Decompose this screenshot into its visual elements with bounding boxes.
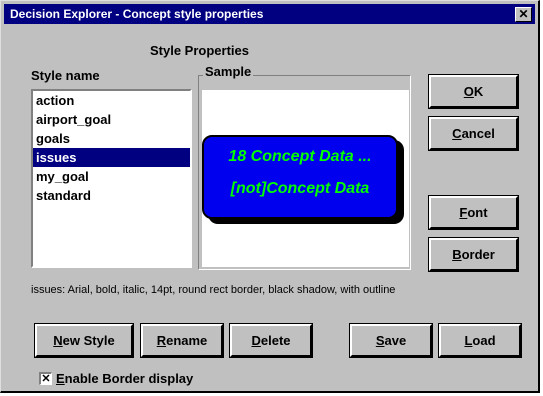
- save-button[interactable]: Save: [349, 323, 433, 358]
- concept-line-1: 18 Concept Data ...: [228, 148, 372, 165]
- rename-button[interactable]: Rename: [140, 323, 224, 358]
- style-name-list[interactable]: action airport_goal goals issues my_goal…: [31, 89, 192, 268]
- list-item[interactable]: airport_goal: [33, 110, 190, 129]
- style-name-label: Style name: [31, 68, 100, 83]
- close-button[interactable]: ✕: [515, 7, 532, 22]
- font-button[interactable]: Font: [428, 195, 519, 230]
- check-mark-icon: ✕: [41, 373, 51, 385]
- border-button[interactable]: Border: [428, 237, 519, 272]
- enable-border-checkbox[interactable]: ✕: [39, 372, 52, 385]
- title-bar[interactable]: Decision Explorer - Concept style proper…: [4, 4, 535, 24]
- concept-preview: 18 Concept Data ... [not]Concept Data: [202, 135, 398, 219]
- new-style-button[interactable]: New Style: [34, 323, 134, 358]
- window-title: Decision Explorer - Concept style proper…: [10, 7, 264, 21]
- ok-button[interactable]: OK: [428, 74, 519, 109]
- list-item-selected[interactable]: issues: [33, 148, 190, 167]
- close-icon: ✕: [518, 7, 529, 21]
- delete-button[interactable]: Delete: [229, 323, 313, 358]
- sample-label: Sample: [203, 64, 254, 79]
- cancel-button[interactable]: Cancel: [428, 116, 519, 151]
- list-item[interactable]: my_goal: [33, 167, 190, 186]
- list-item[interactable]: action: [33, 91, 190, 110]
- enable-border-label[interactable]: Enable Border display: [56, 371, 193, 386]
- load-button[interactable]: Load: [438, 323, 522, 358]
- list-item[interactable]: standard: [33, 186, 190, 205]
- list-item[interactable]: goals: [33, 129, 190, 148]
- concept-line-2: [not]Concept Data: [230, 180, 370, 197]
- style-properties-heading: Style Properties: [150, 43, 249, 58]
- style-description: issues: Arial, bold, italic, 14pt, round…: [31, 284, 396, 296]
